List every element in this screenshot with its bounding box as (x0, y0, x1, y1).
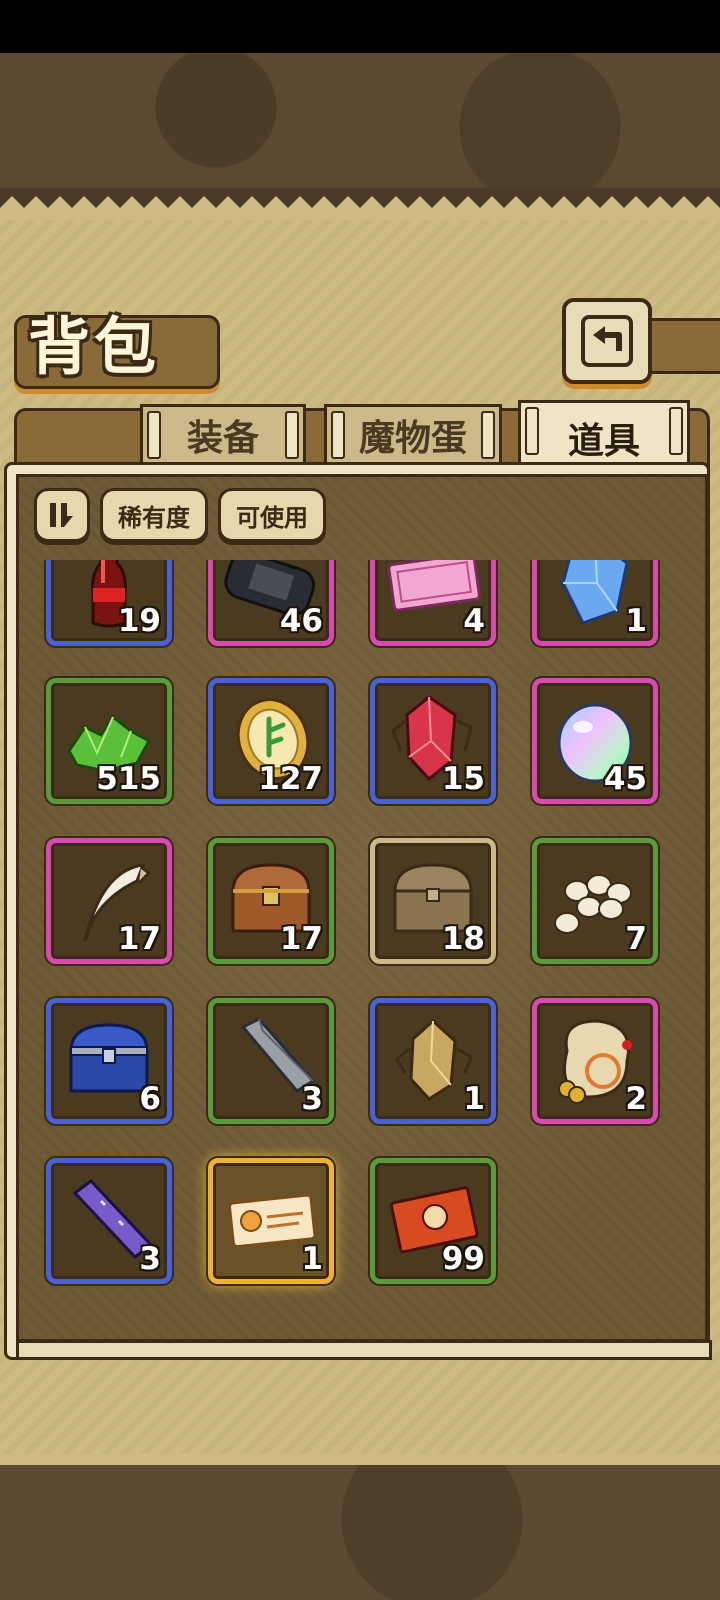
inventory-slot[interactable]: 4 (370, 560, 496, 646)
inventory-slot[interactable]: 515 (46, 678, 172, 804)
rarity-filter-button[interactable]: 稀有度 (100, 488, 208, 542)
tab-monster-eggs[interactable]: 魔物蛋 (324, 404, 502, 463)
item-count: 15 (441, 761, 485, 797)
item-count: 7 (625, 921, 647, 957)
tab-items-label: 道具 (567, 421, 640, 462)
item-count: 6 (139, 1081, 161, 1117)
tab-equipment[interactable]: 装备 (140, 404, 306, 463)
inventory-slot[interactable]: 18 (370, 838, 496, 964)
usable-filter-button[interactable]: 可使用 (218, 488, 326, 542)
return-arrow-icon (581, 315, 633, 367)
sort-toggle-icon (50, 503, 73, 527)
inventory-slot[interactable]: 45 (532, 678, 658, 804)
item-count: 3 (301, 1081, 323, 1117)
item-count: 1 (625, 603, 647, 639)
inventory-slot[interactable]: 15 (370, 678, 496, 804)
map-background-bottom (0, 1465, 720, 1600)
inventory-slot[interactable]: 17 (46, 838, 172, 964)
back-button[interactable] (562, 298, 652, 384)
page-title: 背包 (28, 310, 161, 383)
tab-monster-eggs-label: 魔物蛋 (358, 418, 467, 459)
inventory-slot[interactable]: 3 (46, 1158, 172, 1284)
item-count: 2 (625, 1081, 647, 1117)
item-count: 19 (117, 603, 161, 639)
item-count: 4 (463, 603, 485, 639)
sort-order-button[interactable] (34, 488, 90, 542)
inventory-slot[interactable]: 7 (532, 838, 658, 964)
item-count: 127 (258, 761, 323, 797)
item-count: 17 (279, 921, 323, 957)
inventory-slot[interactable]: 127 (208, 678, 334, 804)
item-count: 46 (279, 603, 323, 639)
item-count: 1 (463, 1081, 485, 1117)
inventory-slot[interactable]: 3 (208, 998, 334, 1124)
item-count: 18 (441, 921, 485, 957)
status-bar (0, 0, 720, 53)
inventory-slot[interactable]: 19 (46, 560, 172, 646)
inventory-slot[interactable]: 46 (208, 560, 334, 646)
inventory-slot[interactable]: 1 (532, 560, 658, 646)
inventory-slot[interactable]: 2 (532, 998, 658, 1124)
back-button-rail (640, 318, 720, 374)
inventory-slot[interactable]: 99 (370, 1158, 496, 1284)
inventory-slot[interactable]: 1 (370, 998, 496, 1124)
inventory-slot[interactable]: 17 (208, 838, 334, 964)
item-count: 1 (301, 1241, 323, 1277)
tab-equipment-label: 装备 (186, 418, 259, 459)
zigzag-edge-top (0, 196, 720, 220)
item-count: 99 (441, 1241, 485, 1277)
item-count: 3 (139, 1241, 161, 1277)
item-count: 45 (603, 761, 647, 797)
inventory-slot[interactable]: 1 (208, 1158, 334, 1284)
item-count: 17 (117, 921, 161, 957)
inventory-slot[interactable]: 6 (46, 998, 172, 1124)
map-background-top (0, 53, 720, 188)
inventory-grid: 19 46 4 1 515 127 15 45 17 17 18 7 6 3 1… (30, 560, 692, 1330)
panel-bottom-rail (16, 1340, 712, 1360)
item-count: 515 (96, 761, 161, 797)
